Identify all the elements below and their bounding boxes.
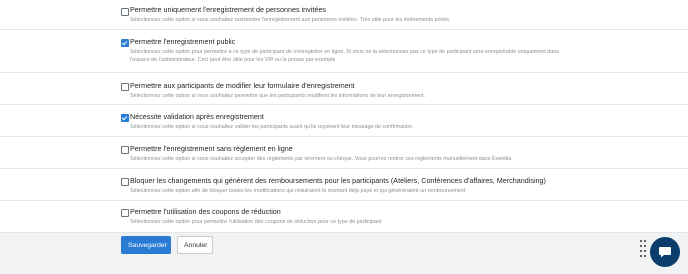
checkbox-discount-coupons[interactable] [121,209,129,217]
option-label: Bloquer les changements qui génèrent des… [130,176,546,185]
checkbox-edit-form[interactable] [121,83,129,91]
option-invited-only: Permettre uniquement l'enregistrement de… [0,0,688,30]
option-description: Sélectionnez cette option pour permettre… [130,49,559,63]
chat-bubble-icon [659,247,671,258]
option-label: Permettre l'enregistrement sans règlemen… [130,144,293,153]
cancel-button[interactable]: Annuler [177,236,213,254]
option-offline-payment: Permettre l'enregistrement sans règlemen… [0,137,688,169]
checkbox-invited-only[interactable] [121,8,129,16]
option-block-refunds: Bloquer les changements qui génèrent des… [0,169,688,201]
option-label: Permettre l'enregistrement public [130,37,236,46]
drag-handle-icon[interactable] [640,240,646,260]
option-description: Sélectionnez cette option si vous souhai… [130,93,426,99]
checkbox-public-registration[interactable] [121,39,129,47]
option-description: Sélectionnez cette option pour permettre… [130,219,382,225]
option-label: Permettre aux participants de modifier l… [130,81,355,90]
checkbox-validation-required[interactable] [121,114,129,122]
option-label: Permettre uniquement l'enregistrement de… [130,5,326,14]
option-description: Sélectionnez cette option si vous souhai… [130,124,414,130]
option-validation-required: Nécessite validation après enregistremen… [0,105,688,137]
option-description: Sélectionnez cette option si vous souhai… [130,17,451,23]
option-edit-form: Permettre aux participants de modifier l… [0,73,688,105]
option-discount-coupons: Permettre l'utilisation des coupons de r… [0,201,688,232]
option-label: Permettre l'utilisation des coupons de r… [130,207,281,216]
checkbox-offline-payment[interactable] [121,146,129,154]
option-label: Nécessite validation après enregistremen… [130,112,264,121]
chat-launcher-button[interactable] [650,237,680,267]
option-description: Sélectionnez cette option si vous souhai… [130,156,513,162]
form-footer [0,232,688,274]
option-description: Sélectionnez cette option afin de bloque… [130,188,466,194]
save-button[interactable]: Sauvegarder [121,236,171,254]
checkbox-block-refunds[interactable] [121,178,129,186]
option-public-registration: Permettre l'enregistrement public Sélect… [0,30,688,73]
